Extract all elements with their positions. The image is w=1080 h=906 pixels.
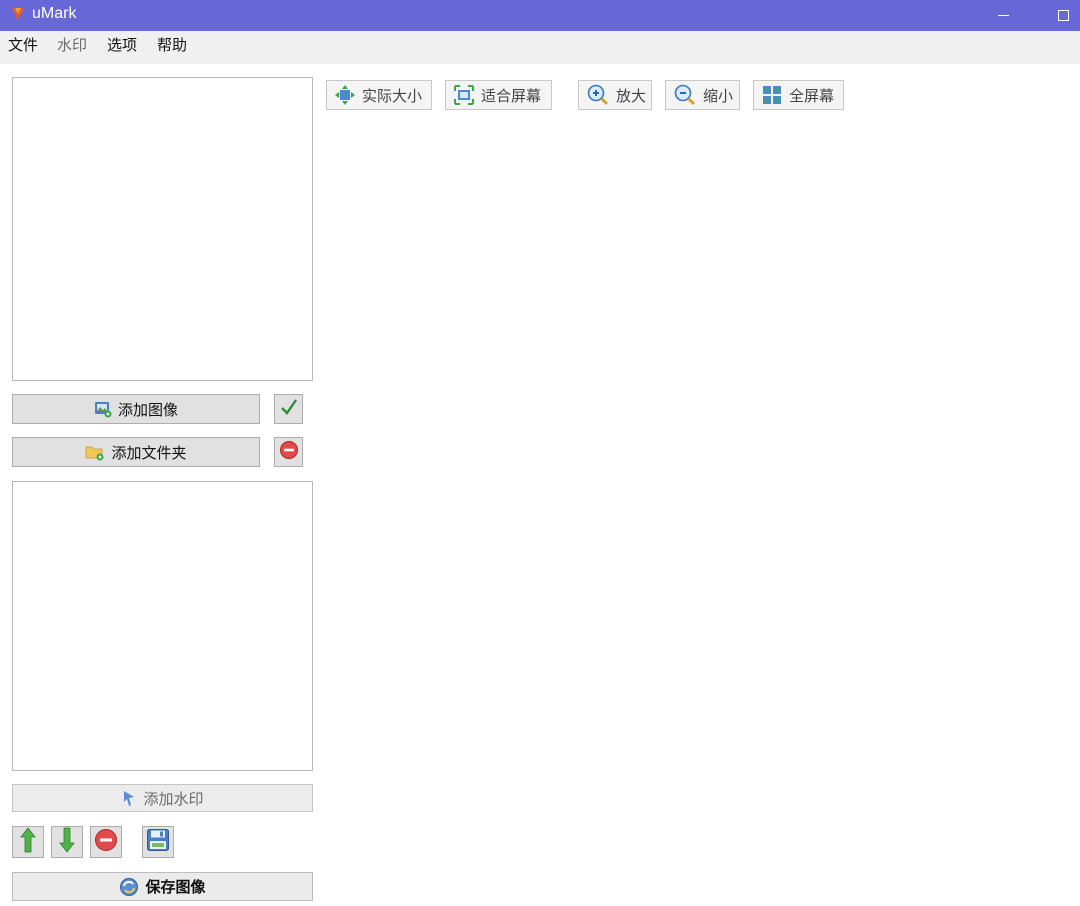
add-image-button[interactable]: 添加图像 xyxy=(12,394,260,424)
arrow-down-icon xyxy=(59,827,75,857)
actual-size-label: 实际大小 xyxy=(362,86,423,105)
menu-bar: 文件 水印 选项 帮助 xyxy=(0,31,1080,64)
umark-logo-icon xyxy=(10,6,26,22)
save-image-button[interactable]: 保存图像 xyxy=(12,872,313,901)
floppy-disk-icon xyxy=(146,828,170,856)
menu-file[interactable]: 文件 xyxy=(8,34,38,56)
fullscreen-label: 全屏幕 xyxy=(789,86,835,105)
fullscreen-icon xyxy=(762,85,782,105)
menu-watermark[interactable]: 水印 xyxy=(57,34,87,56)
remove-watermark-button[interactable] xyxy=(90,826,122,858)
maximize-button[interactable] xyxy=(1040,0,1080,31)
menu-help[interactable]: 帮助 xyxy=(157,34,187,56)
window-title: uMark xyxy=(32,5,77,22)
save-image-label: 保存图像 xyxy=(145,878,206,896)
menu-options[interactable]: 选项 xyxy=(107,34,137,56)
watermark-pin-icon xyxy=(121,789,137,807)
move-up-button[interactable] xyxy=(12,826,44,858)
remove-icon xyxy=(279,440,299,464)
actual-size-icon xyxy=(335,85,355,105)
save-image-icon xyxy=(119,877,139,897)
check-icon xyxy=(279,397,299,421)
add-watermark-button[interactable]: 添加水印 xyxy=(12,784,313,812)
zoom-in-label: 放大 xyxy=(616,86,647,105)
zoom-out-icon xyxy=(674,84,696,106)
add-image-icon xyxy=(94,400,112,418)
minimize-button[interactable] xyxy=(980,0,1026,31)
zoom-in-icon xyxy=(587,84,609,106)
add-folder-label: 添加文件夹 xyxy=(111,443,187,462)
zoom-in-button[interactable]: 放大 xyxy=(578,80,652,110)
image-list[interactable] xyxy=(12,77,313,381)
save-watermark-button[interactable] xyxy=(142,826,174,858)
add-watermark-label: 添加水印 xyxy=(143,789,204,808)
preview-area[interactable] xyxy=(326,118,1066,898)
watermark-list[interactable] xyxy=(12,481,313,771)
arrow-up-icon xyxy=(20,827,36,857)
remove-image-button[interactable] xyxy=(274,437,303,467)
add-folder-button[interactable]: 添加文件夹 xyxy=(12,437,260,467)
add-image-label: 添加图像 xyxy=(117,400,178,419)
minimize-icon xyxy=(997,15,1009,16)
remove-icon xyxy=(94,828,118,856)
confirm-button[interactable] xyxy=(274,394,303,424)
add-folder-icon xyxy=(85,443,105,461)
actual-size-button[interactable]: 实际大小 xyxy=(326,80,432,110)
maximize-icon xyxy=(1057,10,1069,21)
fit-screen-button[interactable]: 适合屏幕 xyxy=(445,80,552,110)
zoom-out-label: 缩小 xyxy=(703,86,734,105)
title-bar: uMark xyxy=(0,0,1080,31)
fit-screen-icon xyxy=(454,85,474,105)
fit-screen-label: 适合屏幕 xyxy=(481,86,542,105)
fullscreen-button[interactable]: 全屏幕 xyxy=(753,80,844,110)
move-down-button[interactable] xyxy=(51,826,83,858)
zoom-out-button[interactable]: 缩小 xyxy=(665,80,740,110)
